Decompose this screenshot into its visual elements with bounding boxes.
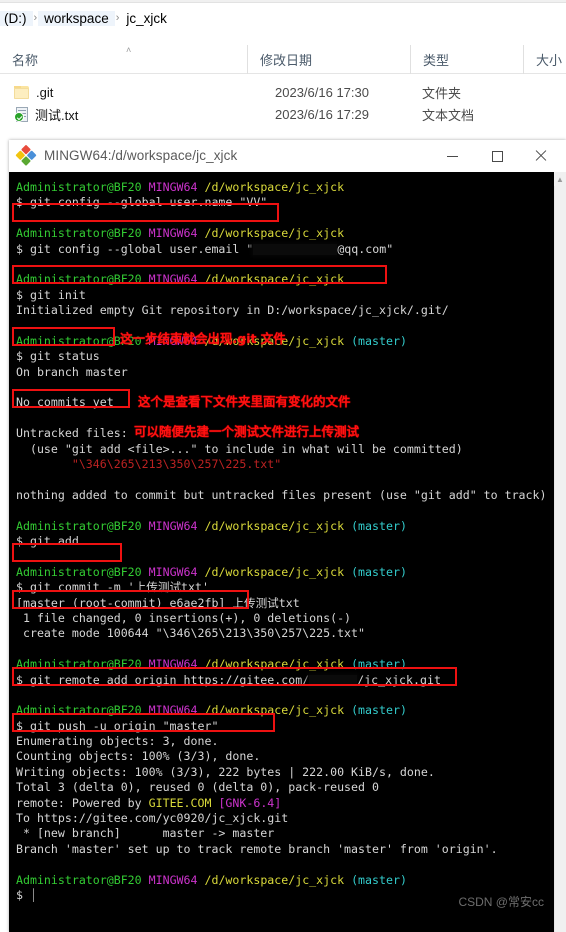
sync-check-icon (14, 112, 24, 122)
terminal-line: Administrator@BF20 MINGW64 /d/workspace/… (16, 703, 407, 718)
terminal-line: On branch master (16, 364, 128, 379)
terminal-line: Administrator@BF20 MINGW64 /d/workspace/… (16, 272, 345, 287)
minimize-icon (446, 155, 458, 157)
terminal-text: Administrator@BF20 MINGW64 /d/workspace/… (16, 180, 554, 903)
terminal-line: nothing added to commit but untracked fi… (16, 487, 547, 502)
terminal-line: $ git add . (16, 533, 93, 548)
terminal-line: To https://gitee.com/yc0920/jc_xjck.git (16, 811, 289, 826)
terminal-line: * [new branch] master -> master (16, 826, 275, 841)
scroll-up-arrow-icon[interactable]: ▲ (554, 172, 566, 186)
terminal-output-area[interactable]: Administrator@BF20 MINGW64 /d/workspace/… (9, 172, 554, 932)
terminal-line: Counting objects: 100% (3/3), done. (16, 749, 261, 764)
file-date-cell: 2023/6/16 17:29 (275, 107, 369, 122)
terminal-line: Total 3 (delta 0), reused 0 (delta 0), p… (16, 780, 379, 795)
column-header-date[interactable]: 修改日期 (247, 45, 410, 74)
explorer-top-divider (0, 0, 566, 3)
column-header-size[interactable]: 大小 (523, 45, 566, 74)
terminal-line: $ git remote add origin https://gitee.co… (16, 672, 441, 687)
terminal-line: Administrator@BF20 MINGW64 /d/workspace/… (16, 657, 407, 672)
git-bash-window: MINGW64:/d/workspace/jc_xjck Administrat… (9, 140, 566, 932)
file-type-cell: 文本文档 (422, 108, 475, 123)
terminal-line: $ git config --global user.email " @qq.co… (16, 241, 394, 256)
file-name-cell[interactable]: .git (14, 85, 53, 100)
text-document-icon (14, 107, 28, 122)
terminal-line: Administrator@BF20 MINGW64 /d/workspace/… (16, 564, 407, 579)
close-icon (535, 150, 547, 162)
terminal-line: remote: Powered by GITEE.COM [GNK-6.4] (16, 795, 282, 810)
terminal-line: 1 file changed, 0 insertions(+), 0 delet… (16, 610, 352, 625)
terminal-line: $ git init (16, 287, 86, 302)
column-header-row: 名称 修改日期 类型 大小 (0, 45, 566, 74)
terminal-line: (use "git add <file>..." to include in w… (16, 441, 463, 456)
terminal-line: Initialized empty Git repository in D:/w… (16, 303, 449, 318)
terminal-line: $ git status (16, 349, 100, 364)
terminal-line: [master (root-commit) e6ae2fb] 上传测试txt (16, 595, 300, 610)
window-title: MINGW64:/d/workspace/jc_xjck (44, 148, 238, 163)
terminal-line: Enumerating objects: 3, done. (16, 734, 219, 749)
column-header-name[interactable]: 名称 (0, 45, 247, 74)
maximize-button[interactable] (475, 140, 519, 172)
maximize-icon (491, 150, 503, 162)
file-name-label: 测试.txt (35, 108, 79, 123)
breadcrumb-item-drive[interactable]: (D:) (0, 10, 33, 26)
breadcrumb[interactable]: (D:) › workspace › jc_xjck (0, 4, 566, 32)
table-row[interactable]: .git 2023/6/16 17:30 文件夹 (0, 82, 566, 103)
folder-icon (14, 86, 29, 99)
terminal-line: $ git config --global user.name "VV" (16, 195, 268, 210)
git-bash-icon (15, 144, 38, 167)
scrollbar-thumb[interactable] (555, 186, 565, 306)
close-button[interactable] (519, 140, 563, 172)
file-name-cell[interactable]: 测试.txt (14, 105, 78, 124)
file-explorer-window: (D:) › workspace › jc_xjck 名称 修改日期 类型 大小… (0, 0, 566, 140)
terminal-line: Branch 'master' set up to track remote b… (16, 841, 498, 856)
terminal-line: Writing objects: 100% (3/3), 222 bytes |… (16, 764, 435, 779)
terminal-line: Administrator@BF20 MINGW64 /d/workspace/… (16, 226, 345, 241)
file-date-cell: 2023/6/16 17:30 (275, 85, 369, 100)
column-header-type[interactable]: 类型 (410, 45, 523, 74)
file-name-label: .git (36, 85, 54, 100)
breadcrumb-item-workspace[interactable]: workspace (38, 10, 115, 26)
terminal-line: create mode 100644 "\346\265\213\350\257… (16, 626, 366, 641)
terminal-line: Administrator@BF20 MINGW64 /d/workspace/… (16, 180, 345, 194)
minimize-button[interactable] (430, 140, 474, 172)
terminal-line: $ git commit -m '上传测试txt' (16, 580, 209, 595)
breadcrumb-item-current[interactable]: jc_xjck (120, 11, 173, 26)
terminal-line: Administrator@BF20 MINGW64 /d/workspace/… (16, 872, 407, 887)
terminal-line: Administrator@BF20 MINGW64 /d/workspace/… (16, 518, 407, 533)
annotation-git-init: 这一步结束就会出现.git 文件 (120, 331, 286, 346)
terminal-line: $ git push -u origin "master" (16, 718, 219, 733)
file-type-cell: 文件夹 (422, 86, 462, 101)
sort-ascending-icon: ˄ (126, 45, 132, 55)
annotation-new-file: 可以随便先建一个测试文件进行上传测试 (134, 424, 360, 439)
terminal-line: "\346\265\213\350\257\225.txt" (16, 457, 282, 472)
watermark: CSDN @常安cc (458, 895, 544, 909)
table-row[interactable]: 测试.txt 2023/6/16 17:29 文本文档 (0, 104, 566, 125)
annotation-git-status: 这个是查看下文件夹里面有变化的文件 (138, 394, 351, 409)
title-bar[interactable]: MINGW64:/d/workspace/jc_xjck (9, 140, 566, 172)
